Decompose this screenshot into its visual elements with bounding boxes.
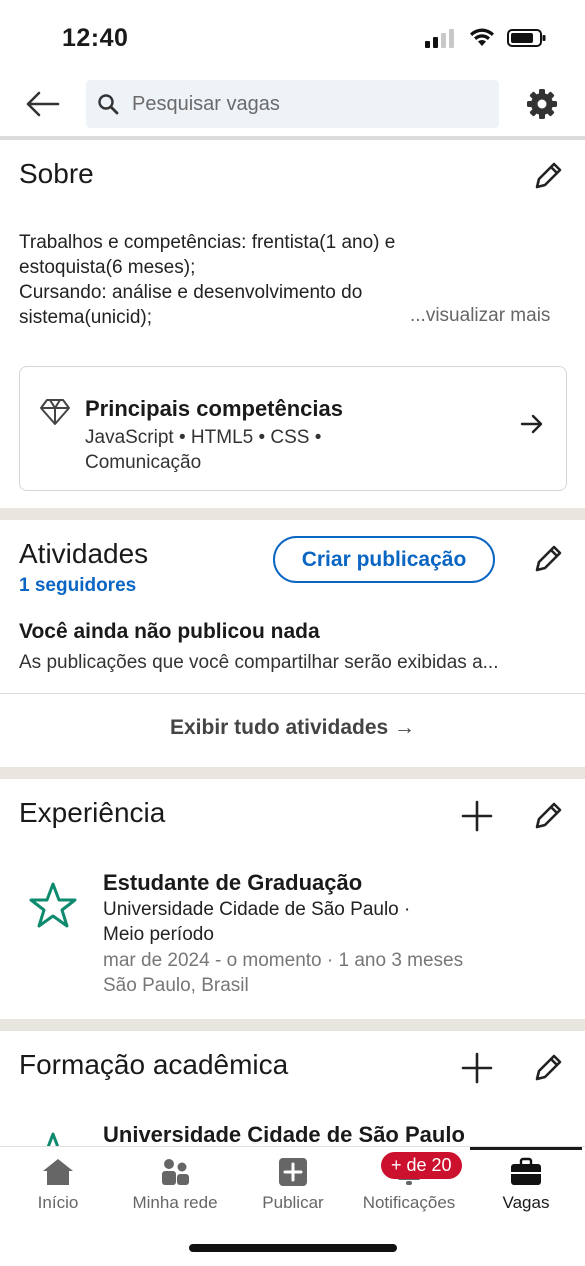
search-input[interactable] [132, 92, 472, 116]
nav-network-label: Minha rede [132, 1193, 218, 1212]
battery-icon [507, 29, 546, 47]
top-divider [0, 136, 585, 140]
nav-post-label: Publicar [262, 1193, 324, 1212]
experience-company: Universidade Cidade de São Paulo · [103, 899, 411, 920]
top-skills-card[interactable]: Principais competências JavaScript • HTM… [19, 366, 567, 491]
about-text: Trabalhos e competências: frentista(1 an… [19, 230, 449, 330]
nav-jobs[interactable]: Vagas [496, 1147, 556, 1227]
section-divider [0, 508, 585, 520]
about-line: estoquista(6 meses); [19, 257, 196, 278]
search-box[interactable] [86, 80, 499, 128]
education-school[interactable]: Universidade Cidade de São Paulo [103, 1122, 465, 1148]
skills-line: Comunicação [85, 452, 202, 473]
status-bar: 12:40 [0, 0, 585, 74]
back-button[interactable] [22, 86, 62, 122]
status-icons [425, 28, 547, 48]
nav-jobs-label: Vagas [502, 1193, 550, 1212]
settings-button[interactable] [524, 86, 562, 124]
plus-icon [461, 800, 493, 832]
top-bar [0, 74, 585, 136]
edit-activities-button[interactable] [531, 542, 565, 576]
no-posts-title: Você ainda não publicou nada [19, 620, 320, 643]
experience-type: Meio período [103, 924, 214, 945]
arrow-right-icon [520, 414, 543, 434]
section-divider [0, 1019, 585, 1031]
see-more-link[interactable]: ...visualizar mais [410, 305, 550, 327]
nav-home[interactable]: Início [28, 1147, 88, 1227]
post-icon [276, 1157, 310, 1187]
gear-icon [527, 89, 557, 119]
university-logo [28, 880, 78, 930]
experience-role[interactable]: Estudante de Graduação [103, 870, 362, 896]
activities-divider [0, 693, 585, 694]
nav-active-indicator [470, 1147, 582, 1150]
skills-line: JavaScript • HTML5 • CSS • [85, 427, 322, 448]
home-icon [41, 1157, 75, 1187]
about-line: Cursando: análise e desenvolvimento do [19, 282, 363, 303]
activities-title: Atividades [19, 538, 149, 569]
add-experience-button[interactable] [460, 799, 494, 833]
wifi-icon [470, 28, 494, 46]
diamond-icon [40, 399, 70, 425]
education-title: Formação acadêmica [19, 1049, 289, 1080]
section-divider [0, 767, 585, 779]
pencil-icon [535, 545, 562, 572]
search-icon [98, 94, 119, 115]
pencil-icon [535, 1054, 562, 1081]
experience-title: Experiência [19, 797, 166, 828]
create-post-button[interactable]: Criar publicação [273, 536, 495, 583]
experience-dates: mar de 2024 - o momento · 1 ano 3 meses [103, 950, 464, 971]
about-line: sistema(unicid); [19, 307, 153, 328]
about-line: Trabalhos e competências: frentista(1 an… [19, 232, 396, 253]
add-education-button[interactable] [460, 1051, 494, 1085]
top-skills-title: Principais competências [85, 396, 343, 421]
followers-link[interactable]: 1 seguidores [19, 575, 136, 597]
nav-post[interactable]: Publicar [253, 1147, 333, 1227]
pencil-icon [535, 802, 562, 829]
plus-icon [461, 1052, 493, 1084]
edit-about-button[interactable] [531, 159, 565, 193]
edit-education-button[interactable] [531, 1051, 565, 1085]
home-indicator [189, 1244, 397, 1252]
show-all-activities-button[interactable]: Exibir tudo atividades → [0, 716, 585, 740]
nav-home-label: Início [37, 1193, 79, 1212]
nav-network[interactable]: Minha rede [125, 1147, 225, 1227]
briefcase-icon [509, 1157, 543, 1187]
top-skills-list: JavaScript • HTML5 • CSS • Comunicação [85, 425, 415, 475]
signal-icon [425, 29, 454, 48]
back-arrow-icon [26, 91, 60, 117]
network-icon [158, 1157, 192, 1187]
about-title: Sobre [19, 158, 94, 189]
nav-notifications-label: Notificações [362, 1193, 456, 1212]
no-posts-subtitle: As publicações que você compartilhar ser… [19, 652, 499, 673]
pencil-icon [535, 162, 562, 189]
status-time: 12:40 [62, 24, 129, 52]
edit-experience-button[interactable] [531, 799, 565, 833]
notification-badge: + de 20 [381, 1152, 462, 1179]
star-logo-icon [29, 882, 77, 928]
experience-location: São Paulo, Brasil [103, 975, 249, 996]
